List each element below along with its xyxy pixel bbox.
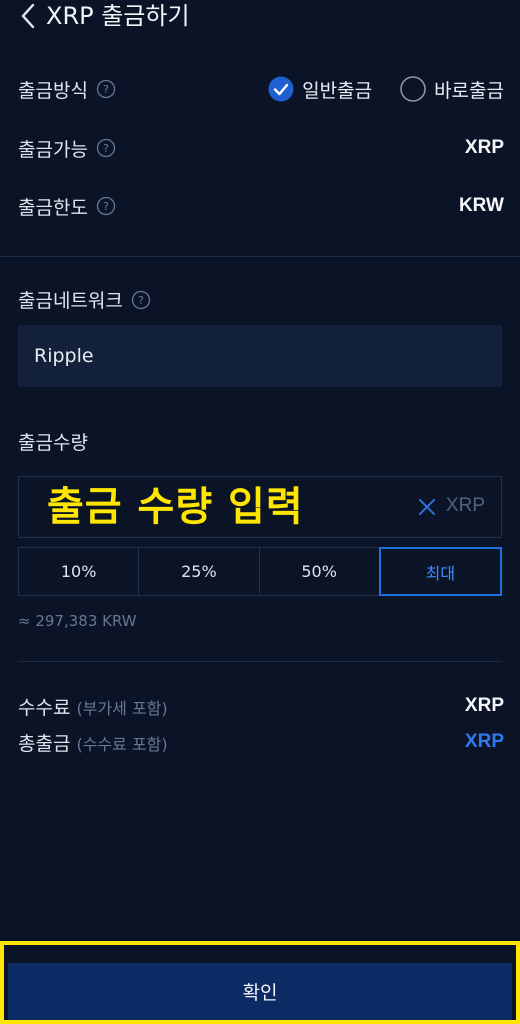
available-row: 출금가능 ? XRP (18, 128, 504, 168)
network-label: 출금네트워크 (18, 290, 123, 312)
confirm-highlight-frame: 확인 (0, 941, 520, 1024)
percent-10-button[interactable]: 10% (18, 547, 140, 596)
divider (18, 661, 502, 662)
percent-50-button[interactable]: 50% (258, 547, 380, 596)
svg-text:?: ? (138, 294, 144, 307)
withdraw-page: XRP 출금하기 출금방식 ? 일반출금 바로출금 출금가능 ? XRP 출금한… (0, 0, 520, 1024)
fee-sublabel: (부가세 포함) (76, 698, 168, 718)
network-section: 출금네트워크 ? (18, 286, 151, 313)
fee-label: 수수료 (18, 696, 71, 719)
checked-circle-icon (268, 76, 294, 102)
help-icon[interactable]: ? (96, 196, 116, 216)
total-sublabel: (수수료 포함) (76, 734, 168, 754)
radio-instant-withdraw[interactable]: 바로출금 (400, 76, 504, 103)
amount-label: 출금수량 (18, 432, 88, 454)
available-value: XRP (464, 137, 504, 158)
approx-krw: ≈ 297,383 KRW (18, 612, 137, 630)
limit-value: KRW (458, 195, 504, 216)
total-value: XRP (464, 731, 504, 752)
help-icon[interactable]: ? (96, 79, 116, 99)
percent-25-button[interactable]: 25% (138, 547, 260, 596)
amount-unit: XRP (445, 495, 485, 516)
page-title: XRP 출금하기 (46, 2, 190, 30)
network-select[interactable]: Ripple (18, 325, 502, 387)
amount-input-overlay-text: 출금 수량 입력 (47, 484, 304, 530)
percent-button-group: 10% 25% 50% 최대 (18, 547, 502, 596)
help-icon[interactable]: ? (96, 138, 116, 158)
amount-input[interactable]: 출금 수량 입력 XRP (18, 476, 502, 538)
network-value: Ripple (34, 345, 94, 367)
help-icon[interactable]: ? (131, 290, 151, 310)
fee-value: XRP (464, 695, 504, 716)
total-row: 총출금 (수수료 포함) XRP (18, 727, 504, 757)
amount-section: 출금수량 (18, 428, 88, 455)
fee-row: 수수료 (부가세 포함) XRP (18, 691, 504, 721)
svg-text:?: ? (103, 200, 109, 213)
radio-normal-label: 일반출금 (302, 79, 373, 102)
svg-text:?: ? (103, 83, 109, 96)
limit-label: 출금한도 (18, 196, 88, 219)
limit-row: 출금한도 ? KRW (18, 186, 504, 226)
total-label: 총출금 (18, 732, 71, 755)
header: XRP 출금하기 (0, 0, 520, 40)
divider (0, 256, 520, 257)
radio-instant-label: 바로출금 (434, 79, 504, 102)
method-radio-group: 일반출금 바로출금 (268, 76, 504, 103)
available-label: 출금가능 (18, 138, 88, 161)
method-label: 출금방식 (18, 79, 88, 102)
radio-normal-withdraw[interactable]: 일반출금 (268, 76, 372, 103)
clear-icon[interactable] (417, 497, 437, 517)
percent-max-button[interactable]: 최대 (378, 547, 502, 596)
svg-text:?: ? (103, 142, 109, 155)
unchecked-circle-icon (400, 76, 426, 102)
confirm-button[interactable]: 확인 (8, 963, 512, 1020)
method-row: 출금방식 ? 일반출금 바로출금 (18, 69, 504, 109)
back-arrow-icon[interactable] (14, 2, 42, 30)
